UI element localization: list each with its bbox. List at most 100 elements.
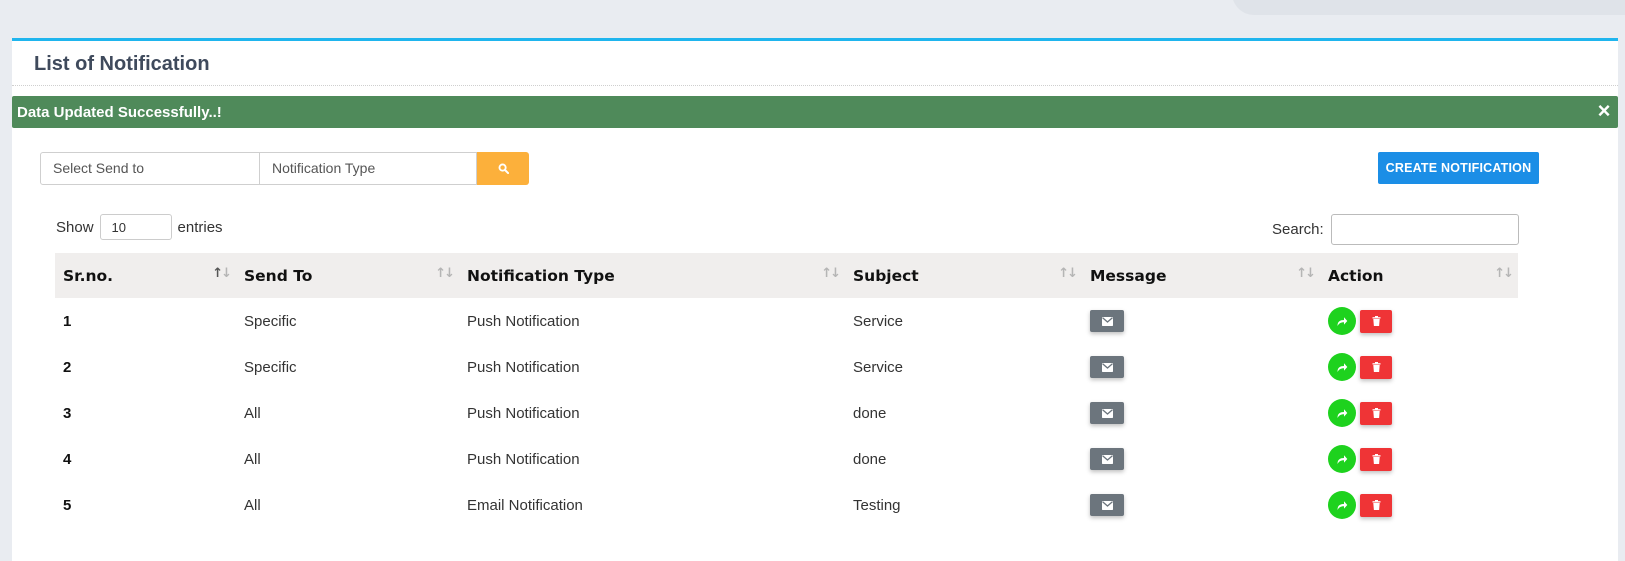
filter-search-button[interactable] <box>477 152 529 185</box>
table-row: 1 Specific Push Notification Service <box>55 298 1518 344</box>
table-row: 5 All Email Notification Testing <box>55 482 1518 528</box>
cell-send-to: Specific <box>244 312 297 330</box>
column-header-srno[interactable]: Sr.no. ↑↓ <box>55 253 236 298</box>
share-icon <box>1337 454 1348 464</box>
share-icon <box>1337 316 1348 326</box>
table-row: 4 All Push Notification done <box>55 436 1518 482</box>
column-header-action[interactable]: Action ↑↓ <box>1320 253 1518 298</box>
cell-message <box>1082 390 1320 436</box>
trash-icon <box>1372 408 1380 418</box>
envelope-icon <box>1101 500 1113 510</box>
cell-subject: Testing <box>853 496 901 514</box>
cell-notification-type: Push Notification <box>467 358 580 376</box>
top-tab-decoration <box>1232 0 1625 15</box>
cell-action <box>1320 482 1518 528</box>
cell-action <box>1320 390 1518 436</box>
trash-icon <box>1372 316 1380 326</box>
card-header: List of Notification <box>12 41 1618 86</box>
cell-srno: 4 <box>63 450 72 468</box>
column-header-send-to[interactable]: Send To ↑↓ <box>236 253 459 298</box>
sort-icon: ↑↓ <box>212 266 232 281</box>
cell-send-to: All <box>244 450 261 468</box>
view-message-button[interactable] <box>1090 448 1124 470</box>
cell-message <box>1082 482 1320 528</box>
forward-button[interactable] <box>1328 353 1356 381</box>
cell-action <box>1320 436 1518 482</box>
notification-card: List of Notification Data Updated Succes… <box>12 38 1618 561</box>
cell-subject: done <box>853 450 887 468</box>
column-header-subject[interactable]: Subject ↑↓ <box>845 253 1082 298</box>
cell-send-to: Specific <box>244 358 297 376</box>
success-alert: Data Updated Successfully..! × <box>12 96 1618 128</box>
alert-close-button[interactable]: × <box>1592 98 1616 124</box>
trash-icon <box>1372 362 1380 372</box>
table-header-row: Sr.no. ↑↓ Send To ↑↓ Notification Type ↑↓ S… <box>55 253 1518 298</box>
cell-action <box>1320 344 1518 390</box>
cell-srno: 2 <box>63 358 72 376</box>
trash-icon <box>1372 500 1380 510</box>
notification-table: Sr.no. ↑↓ Send To ↑↓ Notification Type ↑↓ S… <box>55 253 1518 528</box>
search-label: Search: <box>1272 221 1324 238</box>
cell-notification-type: Push Notification <box>467 450 580 468</box>
envelope-icon <box>1101 316 1113 326</box>
delete-button[interactable] <box>1360 355 1392 379</box>
share-icon <box>1337 500 1348 510</box>
action-group <box>1328 307 1510 335</box>
create-notification-button[interactable]: CREATE NOTIFICATION <box>1378 152 1539 184</box>
send-to-select[interactable]: Select Send to <box>40 152 260 185</box>
cell-notification-type: Email Notification <box>467 496 583 514</box>
alert-message: Data Updated Successfully..! <box>17 104 222 121</box>
sort-icon: ↑↓ <box>1296 266 1316 281</box>
action-group <box>1328 491 1510 519</box>
table-row: 2 Specific Push Notification Service <box>55 344 1518 390</box>
view-message-button[interactable] <box>1090 494 1124 516</box>
entries-label: entries <box>177 218 223 236</box>
action-group <box>1328 445 1510 473</box>
search-icon <box>498 163 509 174</box>
action-group <box>1328 399 1510 427</box>
show-label: Show <box>56 218 94 236</box>
column-header-notification-type[interactable]: Notification Type ↑↓ <box>459 253 845 298</box>
envelope-icon <box>1101 362 1113 372</box>
cell-subject: Service <box>853 312 904 330</box>
cell-send-to: All <box>244 496 261 514</box>
entries-length-control: Show 10 entries <box>56 214 223 240</box>
envelope-icon <box>1101 454 1113 464</box>
table-search-control: Search: <box>1272 214 1519 245</box>
share-icon <box>1337 362 1348 372</box>
notification-type-select[interactable]: Notification Type <box>260 152 477 185</box>
view-message-button[interactable] <box>1090 356 1124 378</box>
view-message-button[interactable] <box>1090 402 1124 424</box>
view-message-button[interactable] <box>1090 310 1124 332</box>
delete-button[interactable] <box>1360 493 1392 517</box>
forward-button[interactable] <box>1328 491 1356 519</box>
cell-srno: 5 <box>63 496 72 514</box>
forward-button[interactable] <box>1328 307 1356 335</box>
cell-srno: 1 <box>63 312 72 330</box>
delete-button[interactable] <box>1360 309 1392 333</box>
cell-send-to: All <box>244 404 261 422</box>
cell-subject: Service <box>853 358 904 376</box>
entries-select[interactable]: 10 <box>99 214 172 240</box>
action-group <box>1328 353 1510 381</box>
table-row: 3 All Push Notification done <box>55 390 1518 436</box>
cell-notification-type: Push Notification <box>467 404 580 422</box>
cell-message <box>1082 298 1320 344</box>
page-title: List of Notification <box>34 53 210 75</box>
envelope-icon <box>1101 408 1113 418</box>
forward-button[interactable] <box>1328 445 1356 473</box>
share-icon <box>1337 408 1348 418</box>
filter-bar: Select Send to Notification Type <box>40 152 529 185</box>
cell-srno: 3 <box>63 404 72 422</box>
cell-notification-type: Push Notification <box>467 312 580 330</box>
delete-button[interactable] <box>1360 401 1392 425</box>
delete-button[interactable] <box>1360 447 1392 471</box>
table-search-input[interactable] <box>1330 214 1519 245</box>
sort-icon: ↑↓ <box>821 266 841 281</box>
sort-icon: ↑↓ <box>435 266 455 281</box>
sort-icon: ↑↓ <box>1058 266 1078 281</box>
column-header-message[interactable]: Message ↑↓ <box>1082 253 1320 298</box>
cell-subject: done <box>853 404 887 422</box>
sort-icon: ↑↓ <box>1494 266 1514 281</box>
forward-button[interactable] <box>1328 399 1356 427</box>
